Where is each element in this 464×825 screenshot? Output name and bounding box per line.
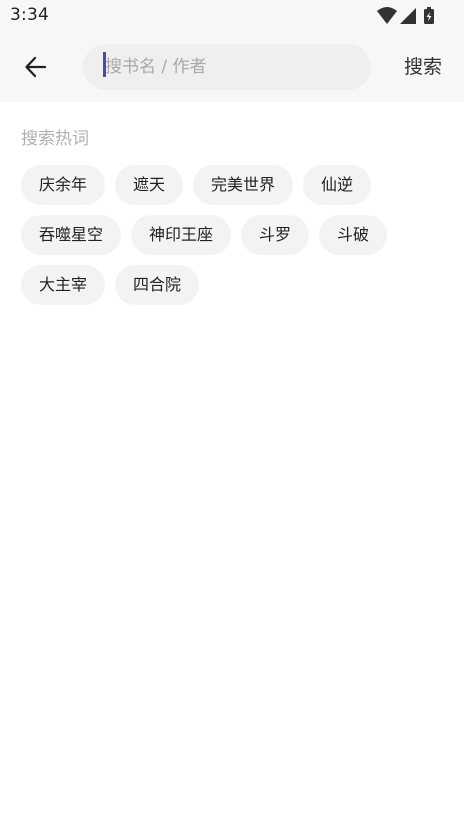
hot-word-chip[interactable]: 神印王座	[131, 215, 232, 255]
status-bar: 3:34	[0, 0, 464, 32]
hot-word-chip[interactable]: 遮天	[115, 165, 184, 205]
back-button[interactable]	[14, 46, 58, 88]
hot-words-row: 大主宰 四合院	[21, 265, 451, 305]
search-input[interactable]	[103, 44, 358, 90]
search-box[interactable]	[83, 44, 371, 90]
arrow-left-icon	[25, 56, 47, 78]
hot-word-chip[interactable]: 仙逆	[303, 165, 372, 205]
hot-words-row: 庆余年 遮天 完美世界 仙逆	[21, 165, 451, 205]
status-time: 3:34	[10, 5, 49, 25]
hot-word-chip[interactable]: 四合院	[115, 265, 200, 305]
search-button[interactable]: 搜索	[392, 52, 454, 82]
cellular-signal-icon	[400, 8, 416, 24]
hot-word-chip[interactable]: 斗破	[319, 215, 388, 255]
hot-word-chip[interactable]: 完美世界	[193, 165, 294, 205]
hot-word-chip[interactable]: 吞噬星空	[21, 215, 122, 255]
battery-charging-icon	[424, 7, 434, 24]
status-icons	[376, 6, 454, 26]
hot-words-title: 搜索热词	[21, 129, 89, 149]
search-header: 搜索	[0, 32, 464, 102]
hot-word-chip[interactable]: 大主宰	[21, 265, 106, 305]
hot-word-chip[interactable]: 斗罗	[241, 215, 310, 255]
wifi-icon	[377, 7, 397, 24]
hot-words-row: 吞噬星空 神印王座 斗罗 斗破	[21, 215, 451, 255]
hot-word-chip[interactable]: 庆余年	[21, 165, 106, 205]
hot-words-list: 庆余年 遮天 完美世界 仙逆 吞噬星空 神印王座 斗罗 斗破 大主宰 四合院	[21, 165, 451, 315]
search-screen: 3:34 搜书名 / 作者 搜索 搜索热词 庆余年 遮天 完美世界 仙逆 吞噬星…	[0, 0, 464, 825]
